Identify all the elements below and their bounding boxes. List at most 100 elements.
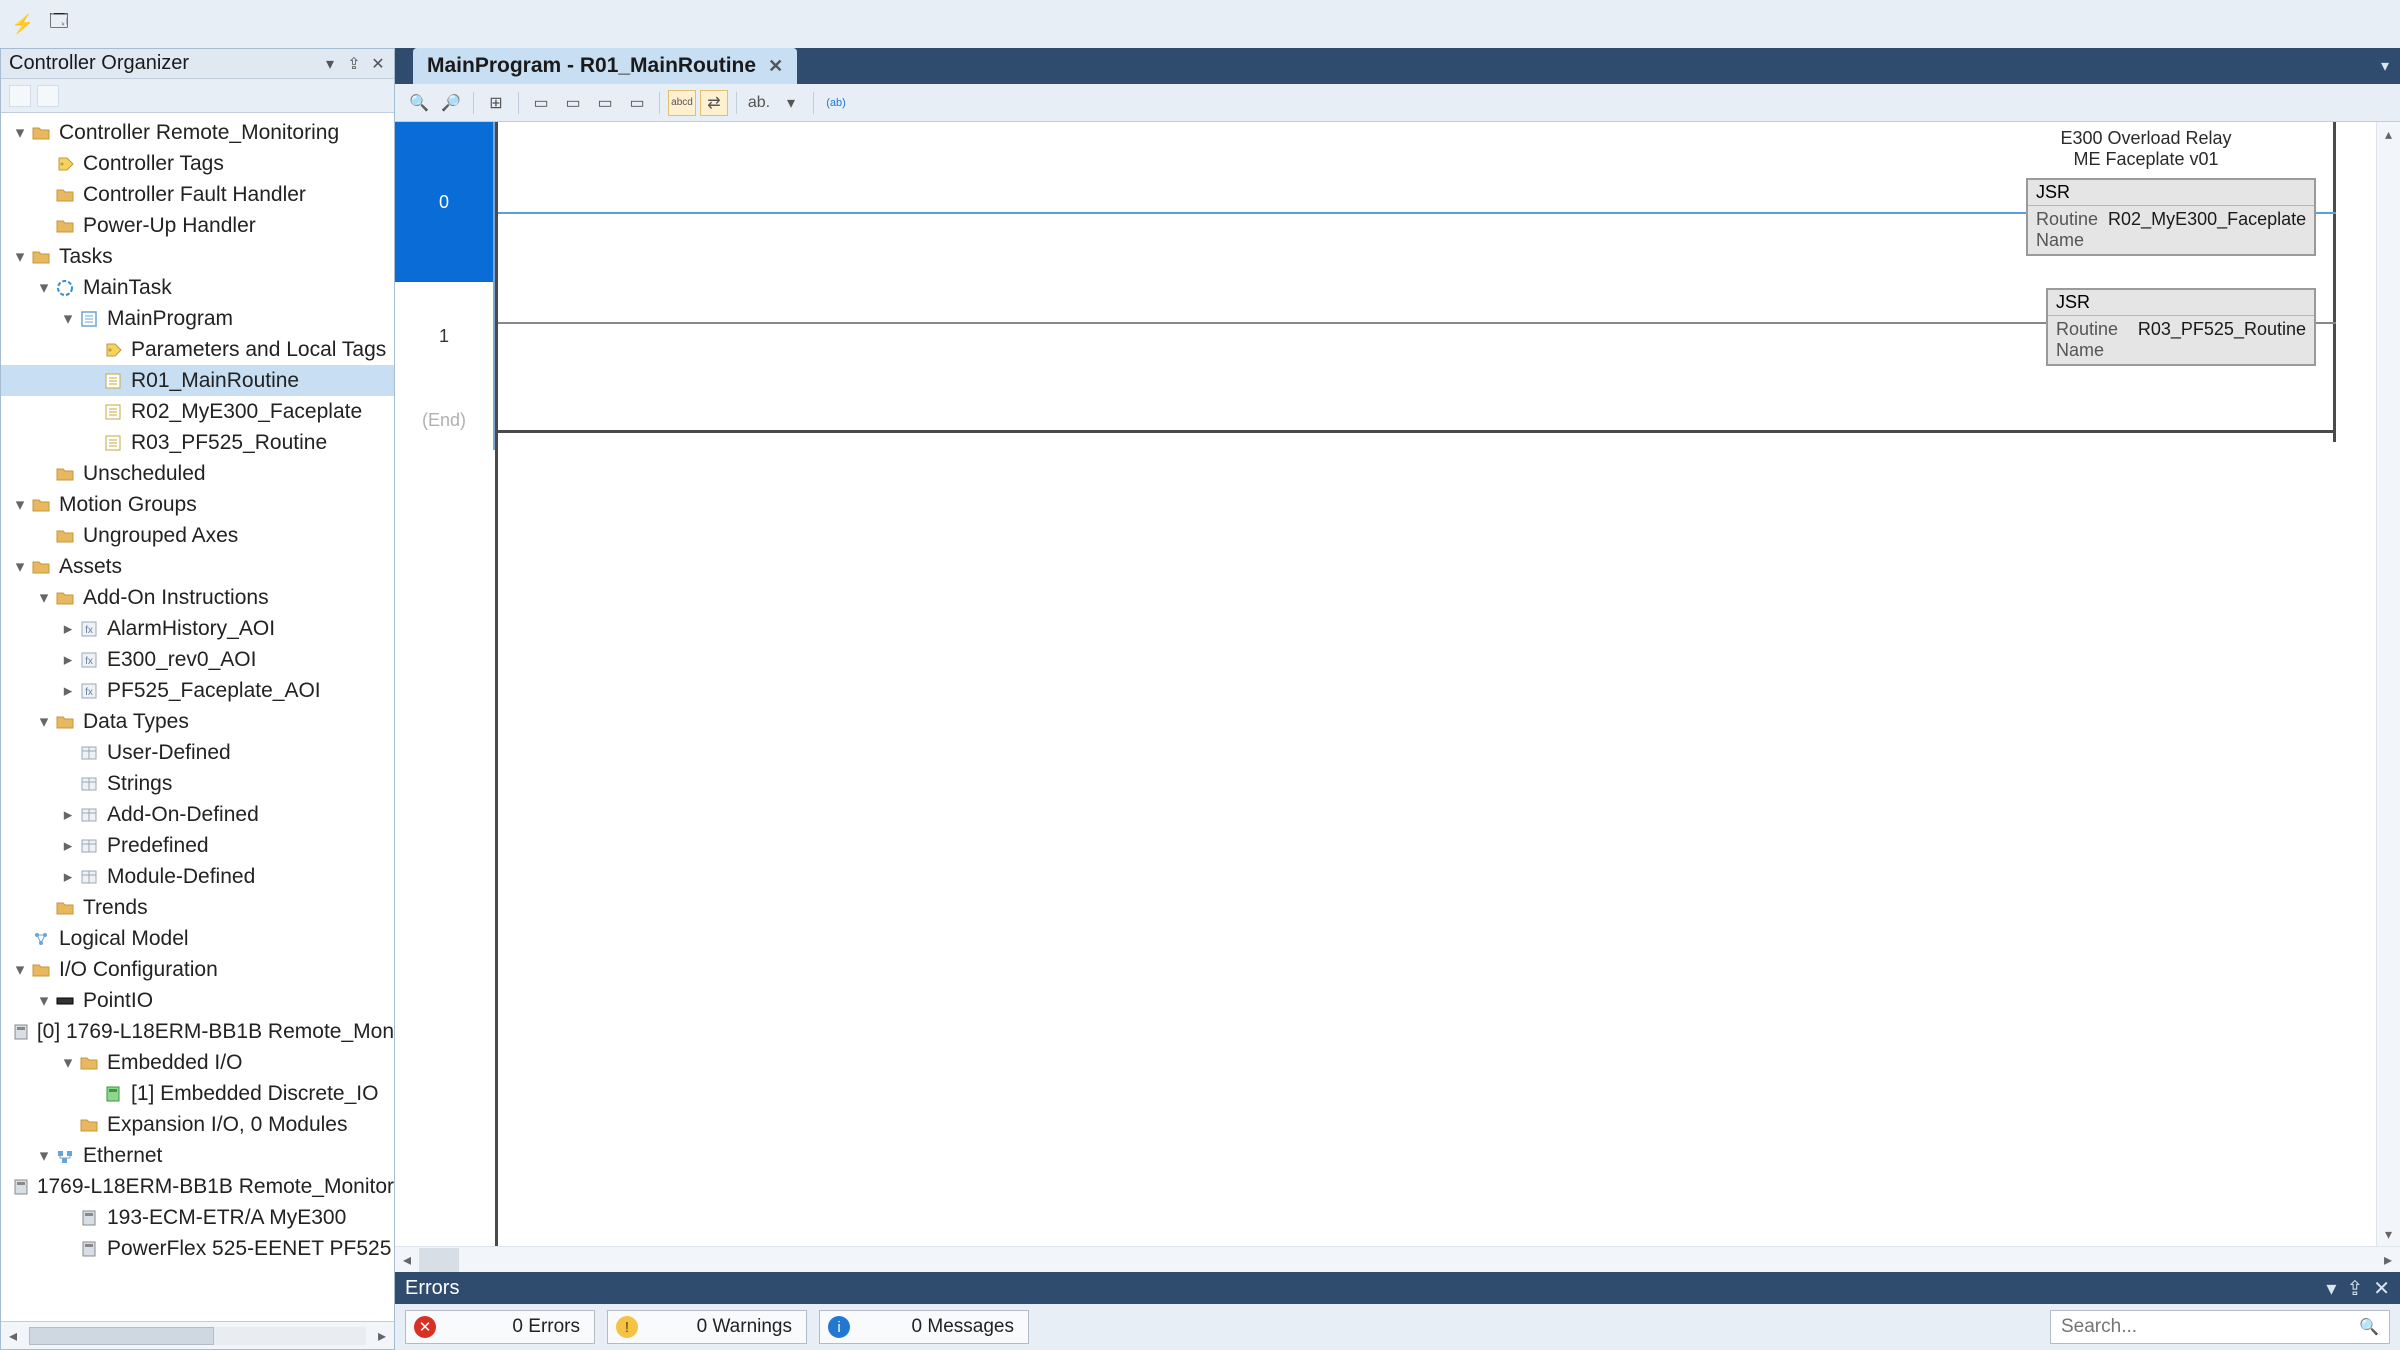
tree-twisty-icon[interactable]: ▸ (59, 619, 77, 639)
tree-item-pointio[interactable]: ▾PointIO (1, 985, 394, 1016)
tree-twisty-icon[interactable]: ▾ (35, 712, 53, 732)
tree-item-assets[interactable]: ▾Assets (1, 551, 394, 582)
tree-item--1-embedded-discrete-io[interactable]: [1] Embedded Discrete_IO (1, 1078, 394, 1109)
tree-item-module-defined[interactable]: ▸Module-Defined (1, 861, 394, 892)
tree-item-r03-pf525-routine[interactable]: R03_PF525_Routine (1, 427, 394, 458)
tree-item-r02-mye300-faceplate[interactable]: R02_MyE300_Faceplate (1, 396, 394, 427)
warning-count-box[interactable]: ! 0 Warnings (607, 1310, 807, 1344)
message-count-box[interactable]: i 0 Messages (819, 1310, 1029, 1344)
ladder-horizontal-scroll[interactable]: ◂ ▸ (395, 1246, 2400, 1272)
tree-item-r01-mainroutine[interactable]: R01_MainRoutine (1, 365, 394, 396)
tree-twisty-icon[interactable]: ▸ (59, 681, 77, 701)
scroll-left-icon[interactable]: ◂ (395, 1248, 419, 1272)
tree-item-motion-groups[interactable]: ▾Motion Groups (1, 489, 394, 520)
tree-twisty-icon[interactable]: ▾ (11, 123, 29, 143)
tree-twisty-icon[interactable]: ▾ (11, 495, 29, 515)
tree-item-parameters-and-local-tags[interactable]: Parameters and Local Tags (1, 334, 394, 365)
organizer-tree[interactable]: ▾Controller Remote_MonitoringController … (1, 113, 394, 1321)
tree-item-ethernet[interactable]: ▾Ethernet (1, 1140, 394, 1171)
tree-item-predefined[interactable]: ▸Predefined (1, 830, 394, 861)
tree-twisty-icon[interactable]: ▾ (35, 991, 53, 1011)
panel-close-icon[interactable]: ✕ (370, 56, 386, 72)
tree-item-controller-remote-monitoring[interactable]: ▾Controller Remote_Monitoring (1, 117, 394, 148)
ladder-editor[interactable]: 0 1 (End) E300 Overload Relay ME Facepla… (395, 122, 2400, 1246)
tree-twisty-icon[interactable]: ▸ (59, 867, 77, 887)
tree-twisty-icon[interactable]: ▾ (59, 309, 77, 329)
scroll-left-icon[interactable]: ◂ (1, 1324, 25, 1348)
ladder-tool-4[interactable]: ▭ (591, 90, 619, 116)
errors-pin-icon[interactable]: ⇪ (2346, 1276, 2363, 1301)
tree-twisty-icon[interactable]: ▾ (35, 588, 53, 608)
tree-item-trends[interactable]: Trends (1, 892, 394, 923)
toolbar-icon-1[interactable]: ⚡ (10, 11, 36, 37)
toolbar-icon-2[interactable]: 🗔 (46, 11, 72, 37)
ladder-tool-2[interactable]: ▭ (527, 90, 555, 116)
ladder-vertical-scroll[interactable]: ▴ ▾ (2376, 122, 2400, 1246)
errors-search-box[interactable]: 🔍 (2050, 1310, 2390, 1344)
tree-item-controller-tags[interactable]: Controller Tags (1, 148, 394, 179)
tree-twisty-icon[interactable]: ▾ (11, 557, 29, 577)
jsr-block-0[interactable]: JSR Routine Name R02_MyE300_Faceplate (2026, 178, 2316, 256)
tree-item-1769-l18erm-bb1b-remote-monitor[interactable]: 1769-L18ERM-BB1B Remote_Monitor (1, 1171, 394, 1202)
organizer-tool-1[interactable] (9, 85, 31, 107)
ladder-tool-6[interactable]: ab. (745, 90, 773, 116)
tree-item-add-on-instructions[interactable]: ▾Add-On Instructions (1, 582, 394, 613)
tree-item-embedded-i-o[interactable]: ▾Embedded I/O (1, 1047, 394, 1078)
errors-dropdown-icon[interactable]: ▾ (2326, 1276, 2336, 1301)
rung-number-0[interactable]: 0 (395, 122, 495, 282)
zoom-out-icon[interactable]: 🔎 (437, 90, 465, 116)
tree-item-data-types[interactable]: ▾Data Types (1, 706, 394, 737)
tab-main-routine[interactable]: MainProgram - R01_MainRoutine ✕ (413, 48, 797, 84)
tree-twisty-icon[interactable]: ▾ (35, 278, 53, 298)
tree-item-expansion-i-o-0-modules[interactable]: Expansion I/O, 0 Modules (1, 1109, 394, 1140)
scroll-right-icon[interactable]: ▸ (2376, 1248, 2400, 1272)
tree-item-ungrouped-axes[interactable]: Ungrouped Axes (1, 520, 394, 551)
tree-item-mainprogram[interactable]: ▾MainProgram (1, 303, 394, 334)
tree-twisty-icon[interactable]: ▾ (59, 1053, 77, 1073)
tree-twisty-icon[interactable]: ▸ (59, 650, 77, 670)
ladder-tool-7[interactable]: (ab) (822, 90, 850, 116)
panel-pin-icon[interactable]: ⇪ (346, 56, 362, 72)
zoom-in-icon[interactable]: 🔍 (405, 90, 433, 116)
scroll-up-icon[interactable]: ▴ (2377, 122, 2400, 146)
abcd-toggle[interactable]: abcd (668, 90, 696, 116)
tree-item-e300-rev0-aoi[interactable]: ▸fxE300_rev0_AOI (1, 644, 394, 675)
ladder-tool-1[interactable]: ⊞ (482, 90, 510, 116)
scroll-right-icon[interactable]: ▸ (370, 1324, 394, 1348)
tree-item-logical-model[interactable]: Logical Model (1, 923, 394, 954)
organizer-tool-2[interactable] (37, 85, 59, 107)
tree-item-i-o-configuration[interactable]: ▾I/O Configuration (1, 954, 394, 985)
tree-item-unscheduled[interactable]: Unscheduled (1, 458, 394, 489)
tab-overflow-icon[interactable]: ▾ (2370, 48, 2400, 84)
tree-twisty-icon[interactable]: ▾ (35, 1146, 53, 1166)
tree-item-alarmhistory-aoi[interactable]: ▸fxAlarmHistory_AOI (1, 613, 394, 644)
tree-twisty-icon[interactable]: ▾ (11, 247, 29, 267)
tree-item-powerflex-525-eenet-pf525[interactable]: PowerFlex 525-EENET PF525 (1, 1233, 394, 1264)
search-input[interactable] (2061, 1316, 2351, 1338)
tree-item-add-on-defined[interactable]: ▸Add-On-Defined (1, 799, 394, 830)
tree-twisty-icon[interactable]: ▾ (11, 960, 29, 980)
tree-item-193-ecm-etr-a-mye300[interactable]: 193-ECM-ETR/A MyE300 (1, 1202, 394, 1233)
tree-item-tasks[interactable]: ▾Tasks (1, 241, 394, 272)
tree-item-strings[interactable]: Strings (1, 768, 394, 799)
ladder-toggle-2[interactable]: ⇄ (700, 90, 728, 116)
tree-item-pf525-faceplate-aoi[interactable]: ▸fxPF525_Faceplate_AOI (1, 675, 394, 706)
tree-twisty-icon[interactable]: ▸ (59, 805, 77, 825)
organizer-horizontal-scroll[interactable]: ◂ ▸ (1, 1321, 394, 1349)
tree-twisty-icon[interactable]: ▸ (59, 836, 77, 856)
error-count-box[interactable]: ✕ 0 Errors (405, 1310, 595, 1344)
scroll-thumb[interactable] (419, 1248, 459, 1272)
errors-close-icon[interactable]: ✕ (2373, 1276, 2390, 1301)
tree-item-maintask[interactable]: ▾MainTask (1, 272, 394, 303)
jsr-block-1[interactable]: JSR Routine Name R03_PF525_Routine (2046, 288, 2316, 366)
ladder-dropdown-icon[interactable]: ▾ (777, 90, 805, 116)
rung-number-1[interactable]: 1 (395, 282, 495, 390)
ladder-tool-3[interactable]: ▭ (559, 90, 587, 116)
tree-item--0-1769-l18erm-bb1b-remote-mon[interactable]: [0] 1769-L18ERM-BB1B Remote_Mon (1, 1016, 394, 1047)
ladder-tool-5[interactable]: ▭ (623, 90, 651, 116)
search-icon[interactable]: 🔍 (2359, 1317, 2379, 1337)
tree-item-controller-fault-handler[interactable]: Controller Fault Handler (1, 179, 394, 210)
tree-item-user-defined[interactable]: User-Defined (1, 737, 394, 768)
tab-close-icon[interactable]: ✕ (768, 56, 783, 77)
tree-item-power-up-handler[interactable]: Power-Up Handler (1, 210, 394, 241)
